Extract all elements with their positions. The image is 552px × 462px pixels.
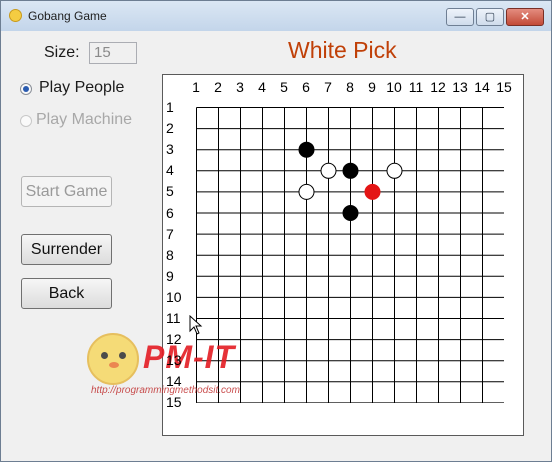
row-label: 9 [166, 267, 174, 284]
mouse-pointer-icon [189, 315, 203, 335]
row-label: 1 [166, 99, 174, 115]
close-button[interactable]: ✕ [506, 8, 544, 26]
row-label: 3 [166, 141, 174, 158]
size-label: Size: [44, 44, 80, 61]
row-label: 6 [166, 204, 174, 221]
app-icon [9, 9, 22, 22]
board-grid[interactable] [196, 107, 504, 403]
column-label: 2 [214, 79, 222, 95]
column-label: 12 [430, 79, 446, 95]
window-title: Gobang Game [28, 9, 107, 23]
column-label: 11 [408, 79, 424, 95]
row-label: 5 [166, 183, 174, 200]
row-label: 11 [166, 310, 181, 326]
white-stone [298, 183, 315, 200]
game-window: Gobang Game — ▢ ✕ Size: 15 Play People P… [0, 0, 552, 462]
row-label: 14 [166, 373, 182, 390]
column-label: 8 [346, 79, 354, 95]
row-label: 12 [166, 331, 182, 348]
turn-status-heading: White Pick [288, 37, 397, 63]
surrender-button[interactable]: Surrender [21, 234, 112, 265]
play-people-label[interactable]: Play People [39, 79, 124, 97]
column-label: 9 [368, 79, 376, 95]
column-label: 4 [258, 79, 266, 95]
column-label: 15 [496, 79, 512, 95]
play-machine-label[interactable]: Play Machine [36, 111, 132, 129]
black-stone [342, 205, 359, 221]
column-label: 6 [302, 79, 310, 95]
column-label: 3 [236, 79, 244, 95]
title-bar[interactable]: Gobang Game — ▢ ✕ [1, 1, 551, 31]
black-stone [342, 162, 359, 179]
last-move-stone [364, 183, 381, 200]
row-label: 15 [166, 394, 182, 411]
column-label: 5 [280, 79, 288, 95]
row-label: 8 [166, 246, 174, 263]
row-label: 4 [166, 162, 174, 179]
column-label: 7 [324, 79, 332, 95]
play-machine-radio[interactable] [20, 115, 32, 127]
column-label: 1 [192, 79, 200, 95]
minimize-button[interactable]: — [446, 8, 474, 26]
black-stone [298, 141, 315, 158]
size-input[interactable]: 15 [89, 42, 137, 64]
row-label: 13 [166, 352, 182, 369]
maximize-button[interactable]: ▢ [476, 8, 504, 26]
row-label: 7 [166, 225, 174, 242]
white-stone [320, 162, 337, 179]
row-label: 10 [166, 288, 182, 305]
column-label: 10 [386, 79, 402, 95]
play-people-radio[interactable] [20, 83, 32, 95]
white-stone [386, 162, 403, 179]
watermark-logo-text: PM-IT [143, 339, 236, 375]
back-button[interactable]: Back [21, 278, 112, 309]
row-label: 2 [166, 120, 174, 137]
watermark-chick-logo [87, 333, 139, 385]
column-label: 14 [474, 79, 490, 95]
start-game-button[interactable]: Start Game [21, 176, 112, 207]
column-label: 13 [452, 79, 468, 95]
